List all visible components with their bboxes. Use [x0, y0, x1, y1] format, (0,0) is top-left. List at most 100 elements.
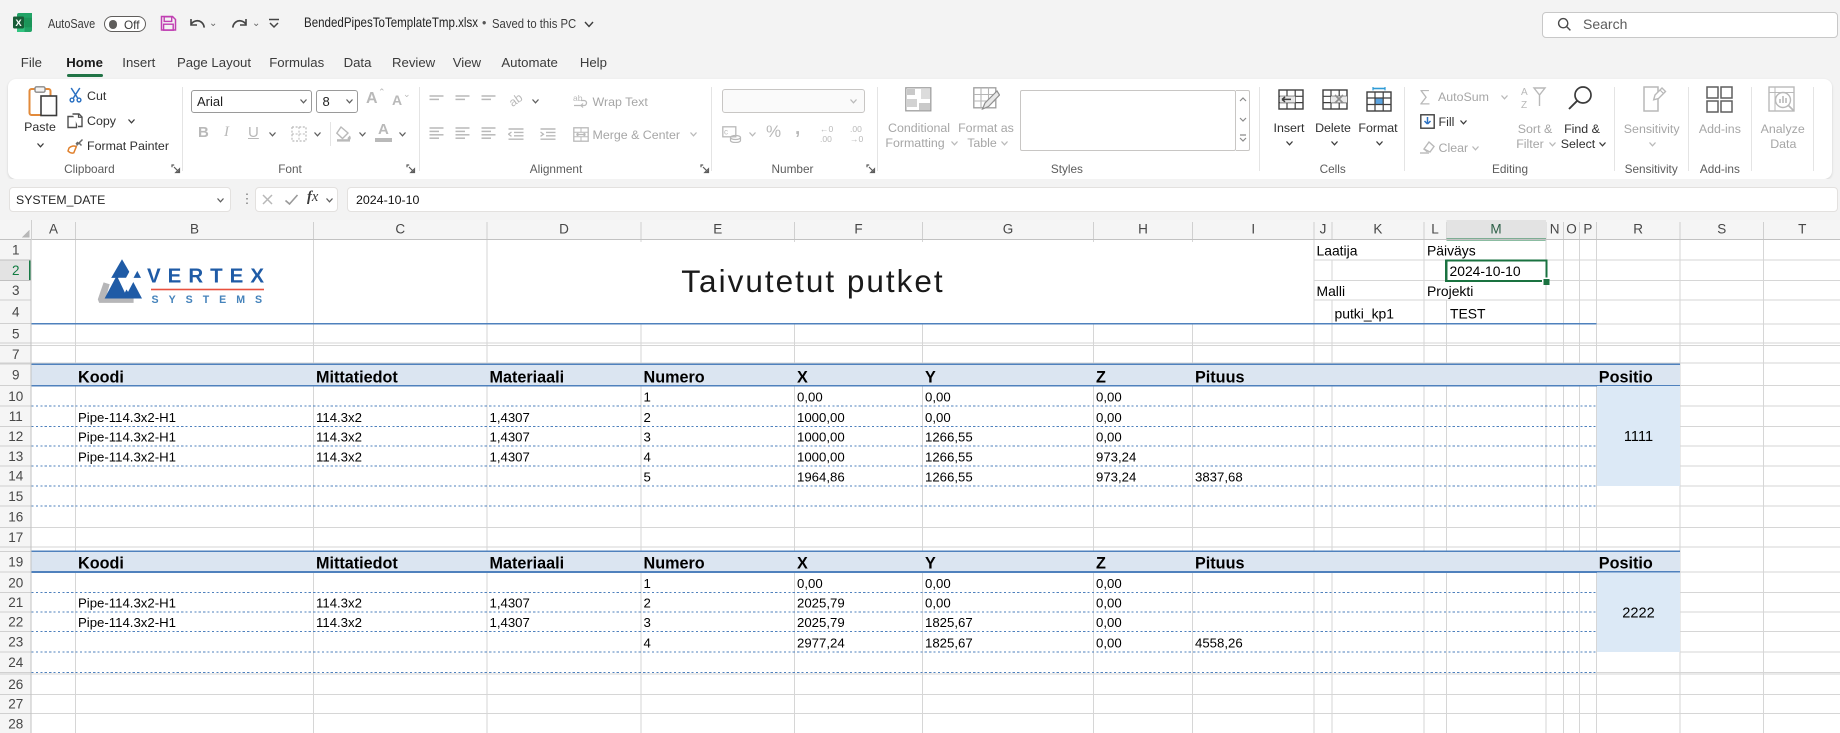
svg-text:F: F: [854, 222, 862, 237]
svg-text:X: X: [797, 368, 808, 386]
svg-text:2222: 2222: [1622, 606, 1654, 622]
svg-text:O: O: [1566, 222, 1577, 237]
svg-text:1,4307: 1,4307: [490, 430, 530, 445]
svg-text:Projekti: Projekti: [1427, 283, 1473, 299]
svg-text:10: 10: [8, 389, 23, 404]
svg-text:114.3x2: 114.3x2: [316, 410, 362, 425]
svg-text:G: G: [1003, 222, 1014, 237]
svg-text:13: 13: [8, 449, 23, 464]
svg-text:3837,68: 3837,68: [1195, 469, 1243, 484]
svg-text:1: 1: [644, 389, 651, 404]
svg-text:1266,55: 1266,55: [925, 469, 973, 484]
svg-text:putki_kp1: putki_kp1: [1335, 306, 1395, 322]
svg-text:1000,00: 1000,00: [797, 430, 845, 445]
svg-text:9: 9: [12, 368, 20, 383]
svg-text:Positio: Positio: [1599, 368, 1653, 386]
svg-text:1266,55: 1266,55: [925, 449, 973, 464]
svg-text:4558,26: 4558,26: [1195, 636, 1243, 651]
svg-text:1: 1: [12, 243, 20, 258]
svg-text:J: J: [1320, 222, 1327, 237]
svg-text:17: 17: [8, 530, 23, 545]
svg-text:1: 1: [644, 576, 651, 591]
svg-text:Pipe-114.3x2-H1: Pipe-114.3x2-H1: [78, 615, 176, 630]
svg-text:K: K: [1373, 222, 1382, 237]
svg-text:5: 5: [644, 469, 651, 484]
svg-text:16: 16: [8, 510, 23, 525]
svg-text:0,00: 0,00: [1096, 615, 1122, 630]
svg-text:1266,55: 1266,55: [925, 430, 973, 445]
svg-text:1000,00: 1000,00: [797, 449, 845, 464]
svg-text:Materiaali: Materiaali: [490, 554, 565, 572]
svg-text:0,00: 0,00: [925, 576, 951, 591]
svg-text:973,24: 973,24: [1096, 449, 1136, 464]
svg-text:Positio: Positio: [1599, 554, 1653, 572]
svg-text:1,4307: 1,4307: [490, 449, 530, 464]
svg-text:I: I: [1251, 222, 1255, 237]
svg-text:114.3x2: 114.3x2: [316, 430, 362, 445]
svg-text:S: S: [1717, 222, 1726, 237]
svg-text:21: 21: [8, 595, 23, 610]
svg-text:2025,79: 2025,79: [797, 595, 845, 610]
svg-text:3: 3: [644, 615, 651, 630]
svg-text:X: X: [797, 554, 808, 572]
svg-text:Numero: Numero: [644, 368, 705, 386]
svg-text:Z: Z: [1096, 368, 1106, 386]
svg-text:Pipe-114.3x2-H1: Pipe-114.3x2-H1: [78, 410, 176, 425]
svg-text:2: 2: [644, 410, 651, 425]
svg-text:P: P: [1583, 222, 1592, 237]
svg-text:Y: Y: [925, 368, 936, 386]
svg-text:0,00: 0,00: [797, 576, 823, 591]
svg-text:22: 22: [8, 615, 23, 630]
svg-text:14: 14: [8, 469, 24, 484]
svg-text:Laatija: Laatija: [1317, 243, 1358, 259]
svg-text:A: A: [1521, 87, 1528, 98]
svg-text:0,00: 0,00: [1096, 430, 1122, 445]
svg-text:28: 28: [8, 716, 23, 731]
svg-text:2: 2: [12, 263, 20, 278]
svg-text:Pipe-114.3x2-H1: Pipe-114.3x2-H1: [78, 430, 176, 445]
svg-text:Z: Z: [1521, 100, 1527, 111]
svg-text:M: M: [1490, 222, 1501, 237]
svg-text:R: R: [1633, 222, 1643, 237]
svg-text:2025,79: 2025,79: [797, 615, 845, 630]
svg-text:A: A: [49, 222, 58, 237]
svg-text:Mittatiedot: Mittatiedot: [316, 368, 398, 386]
svg-text:2024-10-10: 2024-10-10: [1450, 263, 1521, 279]
svg-text:4: 4: [644, 449, 651, 464]
svg-text:L: L: [1431, 222, 1439, 237]
svg-text:2: 2: [644, 595, 651, 610]
svg-text:Pipe-114.3x2-H1: Pipe-114.3x2-H1: [78, 595, 176, 610]
svg-text:1825,67: 1825,67: [925, 615, 973, 630]
svg-text:H: H: [1138, 222, 1148, 237]
svg-text:Mittatiedot: Mittatiedot: [316, 554, 398, 572]
svg-text:11: 11: [9, 409, 23, 424]
svg-text:114.3x2: 114.3x2: [316, 449, 362, 464]
svg-text:Koodi: Koodi: [78, 368, 124, 386]
svg-text:X: X: [15, 18, 22, 29]
svg-text:c: c: [724, 128, 728, 137]
svg-text:Pituus: Pituus: [1195, 368, 1244, 386]
svg-text:Materiaali: Materiaali: [490, 368, 565, 386]
svg-text:2977,24: 2977,24: [797, 636, 845, 651]
svg-text:Päiväys: Päiväys: [1427, 243, 1476, 259]
svg-text:D: D: [559, 222, 569, 237]
svg-text:114.3x2: 114.3x2: [316, 615, 362, 630]
svg-text:0,00: 0,00: [925, 595, 951, 610]
svg-text:1825,67: 1825,67: [925, 636, 973, 651]
svg-text:0,00: 0,00: [1096, 576, 1122, 591]
svg-text:Taivutetut putket: Taivutetut putket: [681, 263, 944, 299]
svg-text:0,00: 0,00: [1096, 410, 1122, 425]
svg-text:0,00: 0,00: [925, 389, 951, 404]
svg-text:1,4307: 1,4307: [490, 410, 530, 425]
svg-text:Z: Z: [1096, 554, 1106, 572]
svg-text:20: 20: [8, 575, 23, 590]
svg-text:E: E: [713, 222, 722, 237]
svg-text:23: 23: [8, 635, 23, 650]
svg-text:1111: 1111: [1624, 429, 1653, 445]
svg-text:Pipe-114.3x2-H1: Pipe-114.3x2-H1: [78, 449, 176, 464]
svg-text:0,00: 0,00: [925, 410, 951, 425]
svg-text:3: 3: [644, 430, 651, 445]
svg-text:1000,00: 1000,00: [797, 410, 845, 425]
svg-text:TEST: TEST: [1450, 306, 1486, 322]
svg-text:3: 3: [12, 283, 20, 298]
